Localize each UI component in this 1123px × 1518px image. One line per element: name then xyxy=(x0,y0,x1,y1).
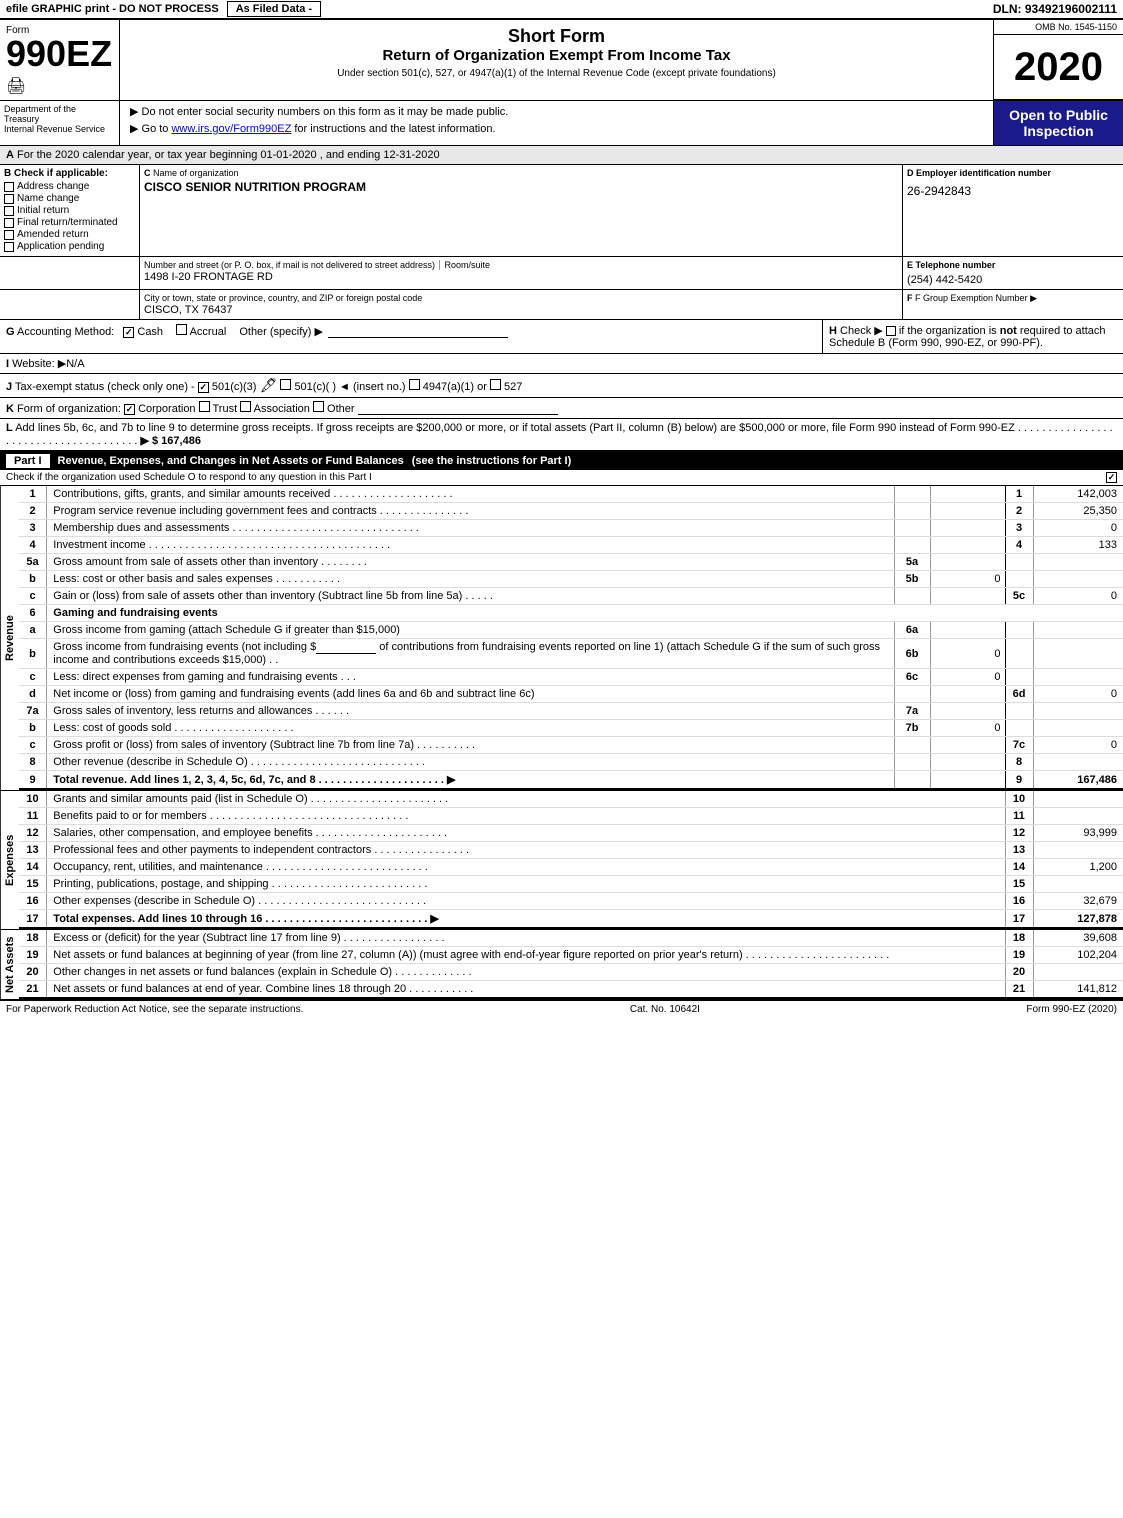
city-block: City or town, state or province, country… xyxy=(140,290,903,319)
table-row: c Gross profit or (loss) from sales of i… xyxy=(19,737,1123,754)
table-row: 2 Program service revenue including gove… xyxy=(19,503,1123,520)
table-row: c Gain or (loss) from sale of assets oth… xyxy=(19,588,1123,605)
part1-title: Revenue, Expenses, and Changes in Net As… xyxy=(58,455,404,467)
accounting-block: G Accounting Method: ✓ Cash Accrual Othe… xyxy=(0,320,823,353)
do-not-enter: ▶ Do not enter social security numbers o… xyxy=(130,105,983,118)
table-row: 11 Benefits paid to or for members . . .… xyxy=(19,808,1123,825)
table-row: 5a Gross amount from sale of assets othe… xyxy=(19,554,1123,571)
ein-block: D Employer identification number 26-2942… xyxy=(903,165,1123,256)
address-value: 1498 I-20 FRONTAGE RD xyxy=(144,271,898,283)
spacer-b2 xyxy=(0,290,140,319)
check-h-block: H Check ▶ if the organization is not req… xyxy=(823,320,1123,353)
expenses-side-label: Expenses xyxy=(0,791,19,929)
table-row: 12 Salaries, other compensation, and emp… xyxy=(19,825,1123,842)
table-row: a Gross income from gaming (attach Sched… xyxy=(19,622,1123,639)
dept-block: Department of the Treasury Internal Reve… xyxy=(0,101,120,145)
address-block: Number and street (or P. O. box, if mail… xyxy=(140,257,903,289)
form-name-block: Form 990EZ 🖨 xyxy=(0,20,120,100)
right-header: OMB No. 1545-1150 2020 xyxy=(993,20,1123,100)
form-org-row: K Form of organization: ✓ Corporation Tr… xyxy=(0,398,1123,419)
instructions-row: Department of the Treasury Internal Reve… xyxy=(0,101,1123,146)
paperwork-text: For Paperwork Reduction Act Notice, see … xyxy=(6,1004,303,1015)
phone-block: E Telephone number (254) 442-5420 xyxy=(903,257,1123,289)
revenue-section: Revenue 1 Contributions, gifts, grants, … xyxy=(0,486,1123,790)
org-info-row-2: Number and street (or P. O. box, if mail… xyxy=(0,257,1123,290)
part1-check-text: Check if the organization used Schedule … xyxy=(6,472,372,483)
graphic-label: efile GRAPHIC print - DO NOT PROCESS xyxy=(6,3,219,15)
table-row: 6 Gaming and fundraising events xyxy=(19,605,1123,622)
return-title: Return of Organization Exempt From Incom… xyxy=(130,47,983,64)
table-row: 9 Total revenue. Add lines 1, 2, 3, 4, 5… xyxy=(19,771,1123,790)
open-inspection-block: Open to Public Inspection xyxy=(993,101,1123,145)
year-block: 2020 xyxy=(994,35,1123,100)
revenue-table: 1 Contributions, gifts, grants, and simi… xyxy=(19,486,1123,790)
group-block: F F Group Exemption Number ▶ xyxy=(903,290,1123,319)
revenue-side-label: Revenue xyxy=(0,486,19,790)
form-ref: Form 990-EZ (2020) xyxy=(1026,1004,1117,1015)
netassets-table: 18 Excess or (deficit) for the year (Sub… xyxy=(19,930,1123,999)
part1-subtitle: (see the instructions for Part I) xyxy=(412,455,572,467)
gh-row: G Accounting Method: ✓ Cash Accrual Othe… xyxy=(0,320,1123,354)
table-row: d Net income or (loss) from gaming and f… xyxy=(19,686,1123,703)
ein-value: 26-2942843 xyxy=(907,184,1119,198)
table-row: 4 Investment income . . . . . . . . . . … xyxy=(19,537,1123,554)
filed-label: As Filed Data - xyxy=(227,3,321,15)
table-row: 8 Other revenue (describe in Schedule O)… xyxy=(19,754,1123,771)
table-row: 15 Printing, publications, postage, and … xyxy=(19,876,1123,893)
org-name-value: CISCO SENIOR NUTRITION PROGRAM xyxy=(144,180,898,194)
expenses-table: 10 Grants and similar amounts paid (list… xyxy=(19,791,1123,929)
netassets-side-label: Net Assets xyxy=(0,930,19,999)
table-row: 3 Membership dues and assessments . . . … xyxy=(19,520,1123,537)
table-row: b Less: cost of goods sold . . . . . . .… xyxy=(19,720,1123,737)
part1-header: Part I Revenue, Expenses, and Changes in… xyxy=(0,452,1123,470)
table-row: 14 Occupancy, rent, utilities, and maint… xyxy=(19,859,1123,876)
cat-no: Cat. No. 10642I xyxy=(630,1004,700,1015)
omb-block: OMB No. 1545-1150 xyxy=(994,20,1123,35)
table-row: b Less: cost or other basis and sales ex… xyxy=(19,571,1123,588)
spacer-b xyxy=(0,257,140,289)
table-row: 20 Other changes in net assets or fund b… xyxy=(19,964,1123,981)
top-bar: efile GRAPHIC print - DO NOT PROCESS As … xyxy=(0,0,1123,20)
form-icon: 🖨 xyxy=(6,76,113,96)
org-info-row-1: B Check if applicable: Address change Na… xyxy=(0,165,1123,257)
table-row: 13 Professional fees and other payments … xyxy=(19,842,1123,859)
table-row: 21 Net assets or fund balances at end of… xyxy=(19,981,1123,999)
main-header: Form 990EZ 🖨 Short Form Return of Organi… xyxy=(0,20,1123,101)
expenses-section: Expenses 10 Grants and similar amounts p… xyxy=(0,790,1123,929)
short-form-title: Short Form xyxy=(130,26,983,47)
org-name-block: C Name of organization CISCO SENIOR NUTR… xyxy=(140,165,903,256)
table-row: 17 Total expenses. Add lines 10 through … xyxy=(19,910,1123,929)
city-value: CISCO, TX 76437 xyxy=(144,304,898,316)
table-row: 10 Grants and similar amounts paid (list… xyxy=(19,791,1123,808)
tax-status-row: J Tax-exempt status (check only one) - ✓… xyxy=(0,374,1123,398)
part-label: Part I xyxy=(6,454,50,468)
phone-value: (254) 442-5420 xyxy=(907,274,1119,286)
go-to: ▶ Go to www.irs.gov/Form990EZ for instru… xyxy=(130,122,983,135)
dln-label: DLN: 93492196002111 xyxy=(993,2,1117,16)
footer: For Paperwork Reduction Act Notice, see … xyxy=(0,999,1123,1018)
table-row: 7a Gross sales of inventory, less return… xyxy=(19,703,1123,720)
section-a: A For the 2020 calendar year, or tax yea… xyxy=(0,146,1123,165)
table-row: 16 Other expenses (describe in Schedule … xyxy=(19,893,1123,910)
section-l-row: L Add lines 5b, 6c, and 7b to line 9 to … xyxy=(0,419,1123,452)
center-header: Short Form Return of Organization Exempt… xyxy=(120,20,993,100)
table-row: 1 Contributions, gifts, grants, and simi… xyxy=(19,486,1123,503)
netassets-section: Net Assets 18 Excess or (deficit) for th… xyxy=(0,929,1123,999)
part1-check-row: Check if the organization used Schedule … xyxy=(0,470,1123,486)
website-row: I Website: ▶N/A xyxy=(0,354,1123,374)
table-row: 18 Excess or (deficit) for the year (Sub… xyxy=(19,930,1123,947)
table-row: b Gross income from fundraising events (… xyxy=(19,639,1123,669)
under-section: Under section 501(c), 527, or 4947(a)(1)… xyxy=(130,68,983,79)
form-number: 990EZ xyxy=(6,36,113,72)
org-info-row-3: City or town, state or province, country… xyxy=(0,290,1123,320)
check-applicable-block: B Check if applicable: Address change Na… xyxy=(0,165,140,256)
instructions-center: ▶ Do not enter social security numbers o… xyxy=(120,101,993,145)
table-row: 19 Net assets or fund balances at beginn… xyxy=(19,947,1123,964)
table-row: c Less: direct expenses from gaming and … xyxy=(19,669,1123,686)
